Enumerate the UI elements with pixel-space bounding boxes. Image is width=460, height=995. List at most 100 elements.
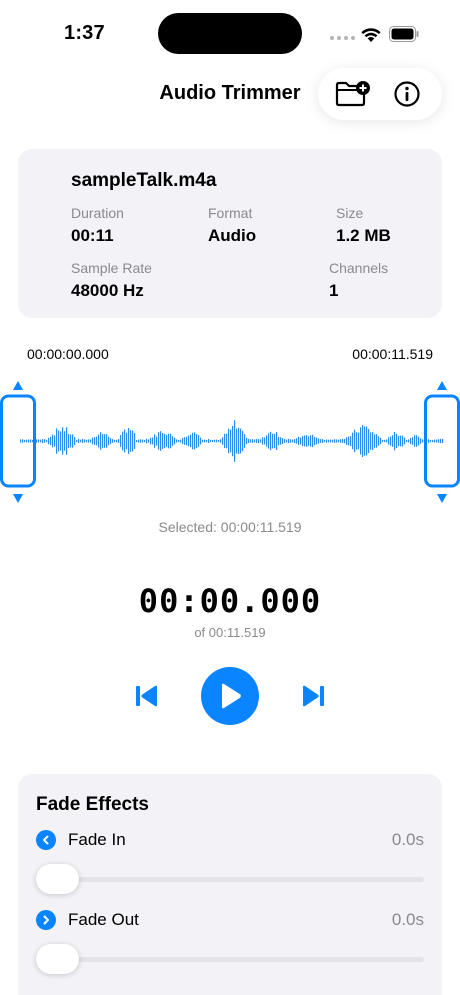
skip-to-end-button[interactable] — [299, 683, 327, 709]
waveform-bar — [372, 432, 374, 450]
waveform-bar — [68, 433, 70, 449]
waveform-bar — [288, 438, 290, 444]
waveform-bar — [342, 438, 344, 443]
waveform-bar — [438, 439, 440, 443]
waveform-bar — [136, 440, 138, 442]
waveform-bar — [220, 439, 222, 443]
waveform-bar — [48, 437, 50, 445]
waveform-bar — [236, 428, 238, 454]
waveform-bar — [124, 429, 126, 453]
waveform-bar — [406, 439, 408, 442]
down-arrow-icon — [13, 494, 23, 503]
waveform-bar — [168, 433, 170, 449]
waveform-bar — [192, 432, 194, 450]
waveform-bar — [198, 435, 200, 447]
nav-actions — [318, 68, 442, 120]
current-time: 00:00.000 — [138, 582, 322, 620]
up-arrow-icon — [437, 381, 447, 390]
waveform-bar — [434, 439, 436, 443]
waveform-bar — [138, 439, 140, 443]
play-button[interactable] — [201, 667, 259, 725]
fade-in-slider[interactable] — [36, 864, 424, 894]
info-button[interactable] — [387, 74, 427, 114]
waveform-bar — [324, 440, 326, 443]
slider-thumb[interactable] — [36, 864, 79, 894]
waveform-bar — [174, 437, 176, 445]
waveform-bar — [62, 427, 64, 455]
waveform-bar — [24, 439, 26, 443]
waveform-bar — [300, 437, 302, 445]
waveform-bar — [36, 439, 38, 443]
slider-track — [36, 957, 424, 962]
fade-in-toggle[interactable] — [36, 830, 56, 850]
waveform-bar — [66, 427, 68, 455]
waveform-bar — [390, 436, 392, 446]
waveform-bar — [404, 437, 406, 445]
waveform-bar — [44, 439, 46, 443]
waveform-bar — [420, 438, 422, 444]
waveform-bar — [258, 439, 260, 443]
waveform-bar — [30, 439, 32, 443]
waveform-bar — [216, 439, 218, 443]
waveform-bar — [210, 439, 212, 443]
file-name: sampleTalk.m4a — [71, 170, 217, 191]
waveform-bar — [398, 435, 400, 447]
waveform-bar — [108, 436, 110, 446]
waveform-bar — [422, 439, 424, 443]
waveform-bar — [72, 434, 74, 448]
waveform-bar — [84, 439, 86, 443]
chevron-right-icon — [43, 915, 49, 925]
waveform-bar — [54, 435, 56, 447]
waveform-bar — [164, 433, 166, 449]
waveform-bar — [440, 438, 442, 444]
waveform-bar — [116, 439, 118, 443]
waveform-bar — [186, 436, 188, 446]
waveform-bar — [96, 436, 98, 446]
waveform-bar — [190, 434, 192, 448]
trim-start-handle[interactable] — [0, 381, 36, 503]
waveform-bar — [148, 439, 150, 443]
waveform-bar — [154, 434, 156, 448]
page-title-text: Audio Trimmer — [159, 82, 301, 104]
waveform-bar — [366, 426, 368, 456]
waveform-bar — [254, 439, 256, 443]
waveform-start-time: 00:00:00.000 — [27, 346, 109, 362]
slider-thumb[interactable] — [36, 944, 79, 974]
size-value: 1.2 MB — [336, 226, 391, 245]
selected-duration: Selected: 00:00:11.519 — [158, 519, 302, 535]
waveform-bar — [338, 439, 340, 443]
waveform-bar — [348, 436, 350, 446]
waveform-bar — [314, 436, 316, 446]
waveform-bar — [118, 439, 120, 443]
waveform-bar — [106, 434, 108, 448]
waveform-bar — [46, 439, 48, 443]
waveform-bar — [418, 436, 420, 446]
wifi-icon — [361, 28, 381, 42]
waveform-bar — [384, 439, 386, 443]
waveform-bar — [270, 431, 272, 451]
fade-out-slider[interactable] — [36, 944, 424, 974]
waveform-bar — [368, 429, 370, 453]
file-info-card: sampleTalk.m4a Duration 00:11 Format Aud… — [18, 149, 442, 318]
format-value: Audio — [208, 226, 257, 245]
waveform-bar — [110, 438, 112, 444]
waveform-bar — [376, 434, 378, 448]
up-arrow-icon — [13, 381, 23, 390]
waveform-bar — [132, 430, 134, 452]
waveform-bar — [302, 436, 304, 446]
open-file-button[interactable] — [333, 74, 373, 114]
waveform-bar — [320, 439, 322, 443]
waveform-bar — [380, 437, 382, 445]
waveform-bar — [204, 439, 206, 443]
waveform-bar — [206, 439, 208, 443]
waveform-bar — [26, 439, 28, 443]
fade-out-toggle[interactable] — [36, 910, 56, 930]
waveform-bar — [74, 437, 76, 445]
waveform-bar — [402, 435, 404, 447]
waveform-bar — [412, 437, 414, 445]
waveform[interactable] — [0, 370, 460, 510]
waveform-bar — [292, 439, 294, 443]
skip-to-start-button[interactable] — [133, 683, 161, 709]
waveform-bar — [430, 439, 432, 443]
waveform-bar — [60, 431, 62, 451]
